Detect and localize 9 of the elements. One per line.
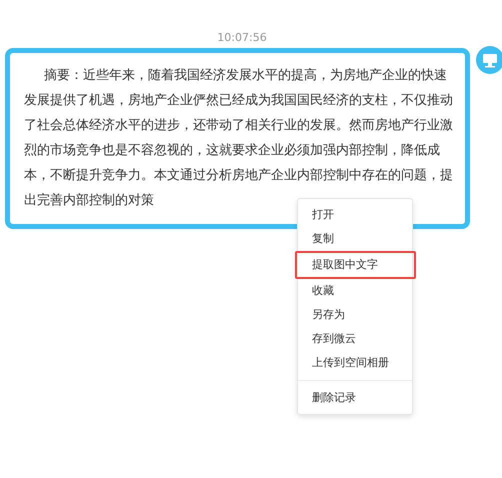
menu-item[interactable]: 上传到空间相册 [298, 351, 412, 375]
timestamp: 10:07:56 [216, 30, 268, 45]
menu-item[interactable]: 存到微云 [298, 327, 412, 351]
menu-item[interactable]: 另存为 [298, 303, 412, 327]
menu-item[interactable]: 复制 [298, 227, 412, 251]
menu-item[interactable]: 删除记录 [298, 386, 412, 410]
menu-item[interactable]: 提取图中文字 [295, 251, 416, 279]
monitor-avatar-icon [476, 46, 502, 74]
menu-item[interactable]: 收藏 [298, 279, 412, 303]
